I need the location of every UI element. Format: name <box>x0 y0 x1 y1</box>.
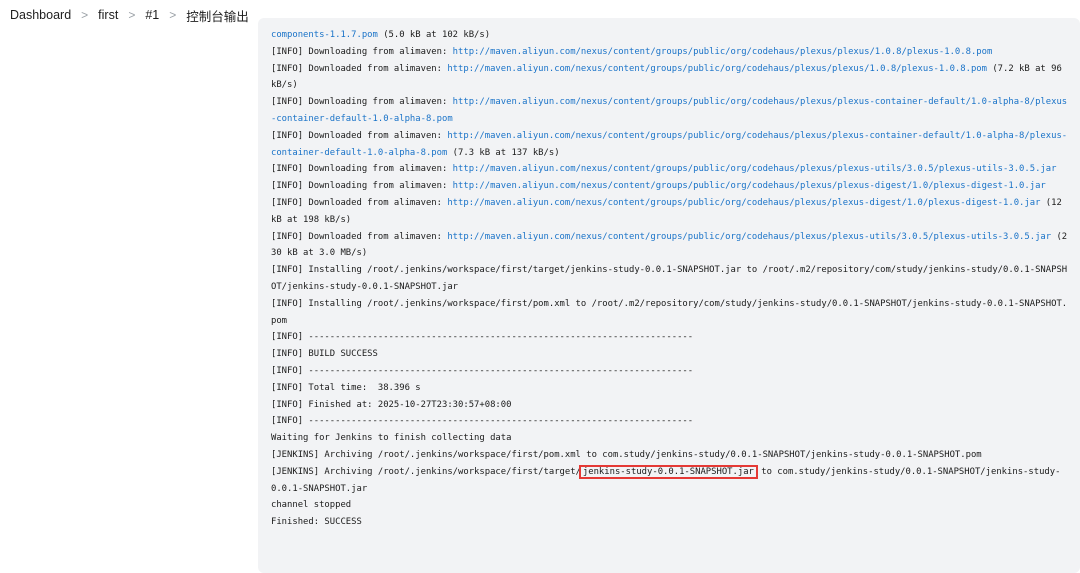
console-text: [INFO] Total time: 38.396 s <box>271 382 421 393</box>
console-text: [INFO] Downloaded from alimaven: <box>271 231 448 242</box>
console-text: [INFO] BUILD SUCCESS <box>271 349 378 360</box>
console-text: [JENKINS] Archiving /root/.jenkins/works… <box>271 449 982 460</box>
console-line: [INFO] Installing /root/.jenkins/workspa… <box>271 262 1071 296</box>
console-link[interactable]: http://maven.aliyun.com/nexus/content/gr… <box>447 198 1040 208</box>
console-line: [INFO] Downloaded from alimaven: http://… <box>271 195 1071 229</box>
console-line: [INFO] Finished at: 2025-10-27T23:30:57+… <box>271 397 1071 414</box>
chevron-right-icon: > <box>81 8 89 22</box>
console-link[interactable]: components-1.1.7.pom <box>271 30 378 40</box>
console-line: [INFO] ---------------------------------… <box>271 363 1071 380</box>
console-text: [INFO] Installing /root/.jenkins/workspa… <box>271 265 1068 292</box>
console-line: [INFO] Total time: 38.396 s <box>271 380 1071 397</box>
console-text: [INFO] ---------------------------------… <box>271 332 694 343</box>
console-text: [INFO] Downloading from alimaven: <box>271 181 453 192</box>
highlighted-artifact-name: jenkins-study-0.0.1-SNAPSHOT.jar <box>578 464 758 479</box>
console-line: [INFO] Installing /root/.jenkins/workspa… <box>271 296 1071 330</box>
console-link[interactable]: http://maven.aliyun.com/nexus/content/gr… <box>453 181 1046 191</box>
console-text: [INFO] Downloading from alimaven: <box>271 97 453 108</box>
console-line: [INFO] Downloaded from alimaven: http://… <box>271 128 1071 162</box>
console-text: [JENKINS] Archiving /root/.jenkins/works… <box>271 466 581 477</box>
console-line: [INFO] Downloaded from alimaven: http://… <box>271 61 1071 95</box>
console-text: Finished: SUCCESS <box>271 517 362 528</box>
console-line: [INFO] BUILD SUCCESS <box>271 346 1071 363</box>
console-text: [INFO] ---------------------------------… <box>271 416 694 427</box>
chevron-right-icon: > <box>169 8 177 22</box>
console-text: [INFO] Downloaded from alimaven: <box>271 197 448 208</box>
breadcrumb-job-first[interactable]: first <box>98 8 118 22</box>
console-line: Finished: SUCCESS <box>271 514 1071 531</box>
console-text: [INFO] Downloaded from alimaven: <box>271 63 448 74</box>
console-text: (7.3 kB at 137 kB/s) <box>447 147 560 158</box>
console-line: [INFO] Downloaded from alimaven: http://… <box>271 229 1071 263</box>
console-text: Waiting for Jenkins to finish collecting… <box>271 433 512 444</box>
console-link[interactable]: http://maven.aliyun.com/nexus/content/gr… <box>447 232 1051 242</box>
console-line: [INFO] Downloading from alimaven: http:/… <box>271 94 1071 128</box>
breadcrumb-dashboard[interactable]: Dashboard <box>10 8 71 22</box>
console-text: [INFO] Installing /root/.jenkins/workspa… <box>271 298 1068 326</box>
console-text: [INFO] Downloaded from alimaven: <box>271 130 448 141</box>
console-output: components-1.1.7.pom (5.0 kB at 102 kB/s… <box>271 27 1071 531</box>
console-text: channel stopped <box>271 500 352 511</box>
console-line: [INFO] ---------------------------------… <box>271 329 1071 346</box>
console-text: [INFO] Downloading from alimaven: <box>271 164 453 175</box>
console-line: [INFO] ---------------------------------… <box>271 413 1071 430</box>
console-line: [INFO] Downloading from alimaven: http:/… <box>271 161 1071 178</box>
console-line: Waiting for Jenkins to finish collecting… <box>271 430 1071 447</box>
console-line: [INFO] Downloading from alimaven: http:/… <box>271 44 1071 61</box>
console-line: channel stopped <box>271 497 1071 514</box>
console-line: [INFO] Downloading from alimaven: http:/… <box>271 178 1071 195</box>
breadcrumb-console-output[interactable]: 控制台输出 <box>186 6 249 25</box>
console-text: [INFO] Finished at: 2025-10-27T23:30:57+… <box>271 399 512 410</box>
console-link[interactable]: http://maven.aliyun.com/nexus/content/gr… <box>453 164 1057 174</box>
console-line: [JENKINS] Archiving /root/.jenkins/works… <box>271 464 1071 498</box>
breadcrumb: Dashboard > first > #1 > 控制台输出 <box>10 0 249 30</box>
breadcrumb-build-1[interactable]: #1 <box>145 8 159 22</box>
console-line: [JENKINS] Archiving /root/.jenkins/works… <box>271 447 1071 464</box>
console-link[interactable]: http://maven.aliyun.com/nexus/content/gr… <box>447 64 987 74</box>
console-text: (5.0 kB at 102 kB/s) <box>377 30 491 40</box>
console-text: [INFO] ---------------------------------… <box>271 365 694 376</box>
console-line: components-1.1.7.pom (5.0 kB at 102 kB/s… <box>271 27 1071 44</box>
chevron-right-icon: > <box>128 8 136 22</box>
console-text: [INFO] Downloading from alimaven: <box>271 46 453 57</box>
console-link[interactable]: http://maven.aliyun.com/nexus/content/gr… <box>453 47 993 57</box>
